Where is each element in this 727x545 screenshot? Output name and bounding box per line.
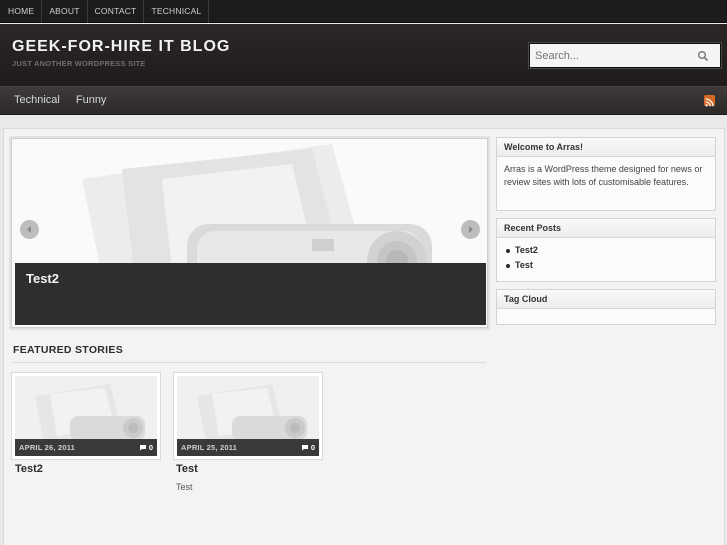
card-meta-bar: APRIL 25, 2011 0 (177, 439, 319, 456)
card-meta-bar: APRIL 26, 2011 0 (15, 439, 157, 456)
recent-posts-list: Test2 Test (504, 243, 708, 273)
card-excerpt: Test (176, 482, 193, 492)
widget-text: Arras is a WordPress theme designed for … (504, 164, 703, 187)
widget-title: Welcome to Arras! (497, 138, 715, 157)
top-bar: Home About Contact Technical (0, 0, 727, 23)
topnav-contact[interactable]: Contact (88, 0, 145, 23)
arrow-left-icon (27, 226, 31, 233)
search-button[interactable] (690, 44, 716, 67)
card-date: APRIL 26, 2011 (19, 443, 76, 452)
card-title[interactable]: Test (176, 463, 198, 475)
main-navigation: Technical Funny (0, 86, 727, 115)
slide-next-button[interactable] (461, 220, 480, 239)
top-navigation: Home About Contact Technical (0, 0, 727, 23)
featured-card[interactable]: APRIL 26, 2011 0 (11, 372, 161, 460)
search-input[interactable] (530, 49, 690, 62)
slide-caption: Test2 (15, 263, 486, 325)
topnav-about[interactable]: About (42, 0, 88, 23)
widget-recent-posts: Recent Posts Test2 Test (496, 218, 716, 282)
card-thumbnail[interactable]: APRIL 25, 2011 0 (177, 376, 319, 456)
slide-title[interactable]: Test2 (26, 271, 59, 286)
featured-card[interactable]: APRIL 25, 2011 0 (173, 372, 323, 460)
widget-title: Recent Posts (497, 219, 715, 238)
recent-post-item[interactable]: Test2 (504, 243, 708, 258)
comment-count[interactable]: 0 (139, 443, 153, 452)
comment-count-value: 0 (148, 443, 153, 452)
featured-heading: FEATURED STORIES (13, 344, 124, 356)
comment-icon (301, 445, 308, 451)
comment-icon (139, 445, 146, 451)
featured-divider (11, 362, 486, 363)
comment-count[interactable]: 0 (301, 443, 315, 452)
site-header: GEEK-FOR-HIRE IT BLOG JUST ANOTHER WORDP… (0, 24, 727, 86)
arrow-right-icon (469, 226, 473, 233)
card-thumbnail[interactable]: APRIL 26, 2011 0 (15, 376, 157, 456)
slide-prev-button[interactable] (20, 220, 39, 239)
site-description: JUST ANOTHER WORDPRESS SITE (12, 59, 146, 68)
featured-slideshow[interactable]: Test2 (11, 138, 488, 328)
site-title[interactable]: GEEK-FOR-HIRE IT BLOG (12, 38, 230, 56)
widget-tag-cloud: Tag Cloud (496, 289, 716, 325)
search-icon (698, 50, 709, 61)
mainnav-funny[interactable]: Funny (68, 87, 115, 114)
card-title[interactable]: Test2 (15, 463, 43, 475)
topnav-home[interactable]: Home (0, 0, 43, 23)
comment-count-value: 0 (310, 443, 315, 452)
recent-post-item[interactable]: Test (504, 258, 708, 273)
topnav-technical[interactable]: Technical (144, 0, 210, 23)
widget-title: Tag Cloud (497, 290, 715, 309)
search-box (529, 43, 721, 68)
mainnav-technical[interactable]: Technical (6, 87, 68, 114)
card-date: APRIL 25, 2011 (181, 443, 238, 452)
widget-welcome: Welcome to Arras! Arras is a WordPress t… (496, 137, 716, 211)
rss-icon[interactable] (704, 95, 715, 107)
